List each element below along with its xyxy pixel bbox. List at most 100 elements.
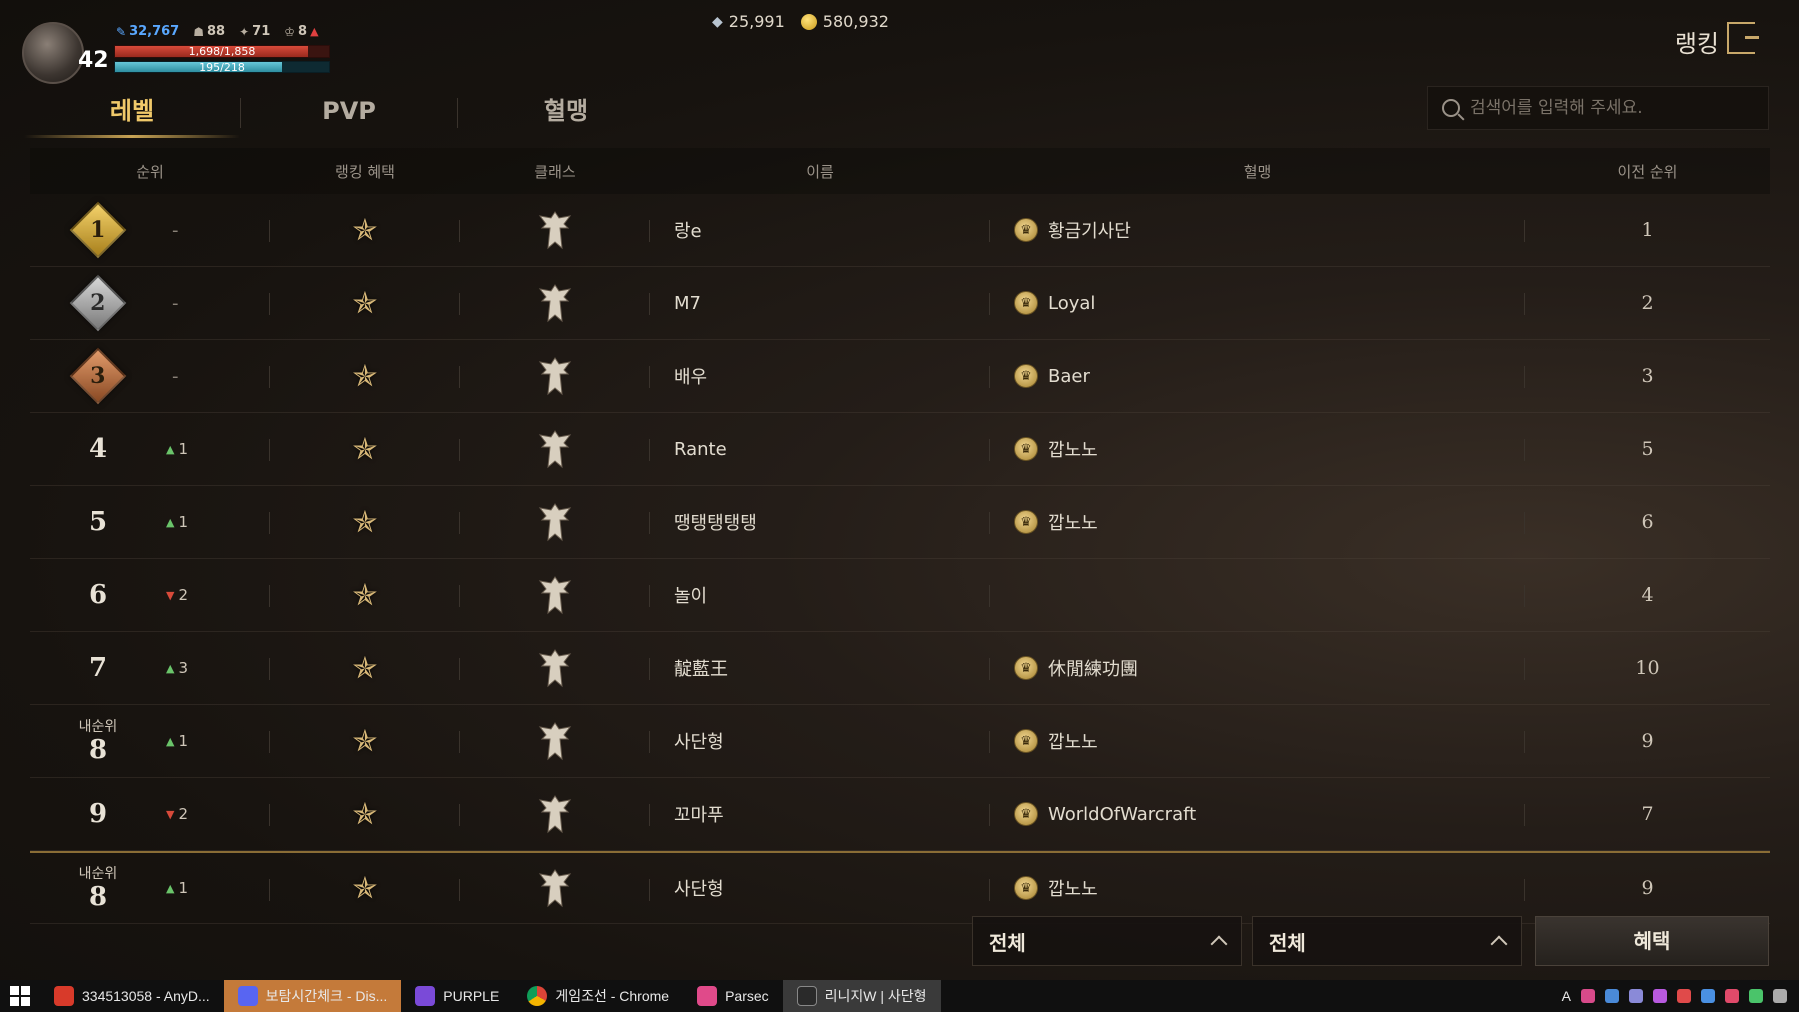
- ranking-benefit-icon[interactable]: ✯: [352, 578, 377, 613]
- character-name: 랑e: [674, 221, 702, 242]
- tray-icon[interactable]: [1653, 989, 1667, 1003]
- taskbar-item-parsec[interactable]: Parsec: [683, 980, 783, 1012]
- benefit-cell: ✯: [270, 267, 460, 339]
- table-row[interactable]: 1- ✯ 랑e ♛ 황금기사단 1: [30, 194, 1770, 267]
- clan-emblem-icon: ♛: [1014, 656, 1038, 680]
- table-row[interactable]: 2- ✯ M7 ♛ Loyal 2: [30, 267, 1770, 340]
- discord-icon: [237, 986, 258, 1006]
- benefit-cell: ✯: [270, 413, 460, 485]
- stat-a: ☗ 88: [193, 24, 225, 39]
- rank-change-indicator: ▲ 1: [166, 440, 226, 458]
- benefit-cell: ✯: [270, 194, 460, 266]
- previous-rank: 4: [1641, 584, 1654, 606]
- exit-icon[interactable]: [1727, 22, 1759, 54]
- mp-bar: 195/218: [114, 61, 330, 74]
- rank-number: 5: [88, 507, 108, 537]
- previous-rank: 1: [1641, 219, 1654, 241]
- ranking-benefit-icon[interactable]: ✯: [352, 505, 377, 540]
- ranking-tabs: 레벨 PVP 혈맹: [24, 88, 674, 138]
- tray-icon[interactable]: [1749, 989, 1763, 1003]
- rank-change: -: [172, 365, 179, 387]
- name-cell: Rante: [650, 413, 990, 485]
- alert-icon: ▲: [310, 25, 319, 38]
- prev-rank-cell: 9: [1525, 705, 1770, 777]
- prev-rank-cell: 10: [1525, 632, 1770, 704]
- table-row[interactable]: 9 ▼ 2 ✯ 꼬마푸 ♛ WorldOfWarcraft 7: [30, 778, 1770, 851]
- ranking-benefit-icon[interactable]: ✯: [352, 213, 377, 248]
- rank-change-indicator: ▲ 1: [166, 879, 226, 897]
- chevron-up-icon: [1490, 935, 1508, 953]
- table-body: 1- ✯ 랑e ♛ 황금기사단 1 2- ✯ M7 ♛ Loyal 2 3- ✯ 배우 ♛ Baer 3 4 ▲ 1 ✯ R…: [30, 194, 1770, 924]
- rank-number: 6: [88, 580, 108, 610]
- benefit-cell: ✯: [270, 559, 460, 631]
- ranking-benefit-icon[interactable]: ✯: [352, 797, 377, 832]
- tray-icon[interactable]: [1701, 989, 1715, 1003]
- class-cell: [460, 486, 650, 558]
- tray-icon[interactable]: [1629, 989, 1643, 1003]
- table-row[interactable]: 6 ▼ 2 ✯ 놀이 4: [30, 559, 1770, 632]
- clan-emblem-icon: ♛: [1014, 729, 1038, 753]
- clan-name: 깝노노: [1048, 879, 1098, 900]
- class-cell: [460, 853, 650, 923]
- benefit-button[interactable]: 혜택: [1535, 916, 1769, 966]
- player-avatar[interactable]: [22, 22, 84, 84]
- search-input[interactable]: [1470, 98, 1750, 118]
- table-row[interactable]: 7 ▲ 3 ✯ 靛藍王 ♛ 休閒練功團 10: [30, 632, 1770, 705]
- tab-pvp[interactable]: PVP: [241, 88, 457, 138]
- ranking-benefit-icon[interactable]: ✯: [352, 359, 377, 394]
- rank-number: 9: [88, 799, 108, 829]
- name-cell: M7: [650, 267, 990, 339]
- table-row[interactable]: 4 ▲ 1 ✯ Rante ♛ 깝노노 5: [30, 413, 1770, 486]
- rank-cell: 9 ▼ 2: [30, 778, 270, 850]
- tab-level[interactable]: 레벨: [24, 88, 240, 138]
- rank-cell: 5 ▲ 1: [30, 486, 270, 558]
- tray-icon[interactable]: [1725, 989, 1739, 1003]
- ranking-benefit-icon[interactable]: ✯: [352, 871, 377, 906]
- ranking-benefit-icon[interactable]: ✯: [352, 432, 377, 467]
- table-row[interactable]: 3- ✯ 배우 ♛ Baer 3: [30, 340, 1770, 413]
- table-row[interactable]: 내순위 8 ▲ 1 ✯ 사단형 ♛ 깝노노 9: [30, 705, 1770, 778]
- clan-name: 황금기사단: [1048, 221, 1131, 242]
- filter-dropdown-2[interactable]: 전체: [1252, 916, 1522, 966]
- taskbar-item-lineage[interactable]: 리니지W | 사단형: [782, 980, 941, 1012]
- diamond-icon: ◆: [712, 13, 723, 30]
- page-title: 랭킹: [1674, 30, 1719, 58]
- taskbar-item-chrome[interactable]: 게임조선 - Chrome: [513, 980, 683, 1012]
- taskbar-item-discord[interactable]: 보탐시간체크 - Dis...: [223, 980, 402, 1012]
- ranking-benefit-icon[interactable]: ✯: [352, 651, 377, 686]
- helmet-icon: ☗: [193, 24, 204, 39]
- filter-controls: 전체 전체: [972, 916, 1522, 966]
- filter-dropdown-1[interactable]: 전체: [972, 916, 1242, 966]
- ranking-benefit-icon[interactable]: ✯: [352, 724, 377, 759]
- clan-emblem-icon: ♛: [1014, 218, 1038, 242]
- rank-change: 2: [178, 805, 189, 823]
- benefit-cell: ✯: [270, 853, 460, 923]
- previous-rank: 2: [1641, 292, 1654, 314]
- input-language[interactable]: A: [1562, 988, 1571, 1004]
- my-rank-row[interactable]: 내순위 8 ▲ 1 ✯ 사단형 ♛ 깝노노 9: [30, 851, 1770, 924]
- ranking-benefit-icon[interactable]: ✯: [352, 286, 377, 321]
- taskbar-item-purple[interactable]: PURPLE: [401, 980, 513, 1012]
- rank-change-indicator: ▼ 2: [166, 805, 226, 823]
- prev-rank-cell: 9: [1525, 853, 1770, 923]
- rank-change: 1: [178, 513, 189, 531]
- class-cell: [460, 267, 650, 339]
- tray-icon[interactable]: [1677, 989, 1691, 1003]
- tray-icon[interactable]: [1605, 989, 1619, 1003]
- tray-icon[interactable]: [1581, 989, 1595, 1003]
- taskbar-item-anydesk[interactable]: 334513058 - AnyD...: [40, 980, 224, 1012]
- tab-clan[interactable]: 혈맹: [458, 88, 674, 138]
- table-row[interactable]: 5 ▲ 1 ✯ 땡탱탱탱탱 ♛ 깝노노 6: [30, 486, 1770, 559]
- combat-power-value: 32,767: [129, 24, 180, 39]
- name-cell: 배우: [650, 340, 990, 412]
- taskbar-label: PURPLE: [443, 988, 500, 1004]
- character-name: 靛藍王: [674, 659, 728, 680]
- previous-rank: 5: [1641, 438, 1654, 460]
- rank-change-indicator: -: [166, 220, 226, 241]
- windows-start-icon[interactable]: [0, 980, 40, 1012]
- clan-emblem-icon: ♛: [1014, 437, 1038, 461]
- table-header: 순위 랭킹 혜택 클래스 이름 혈맹 이전 순위: [30, 148, 1770, 194]
- rank-up-icon: ▲: [166, 661, 175, 675]
- volume-icon[interactable]: [1773, 989, 1787, 1003]
- col-prev-rank: 이전 순위: [1617, 162, 1678, 181]
